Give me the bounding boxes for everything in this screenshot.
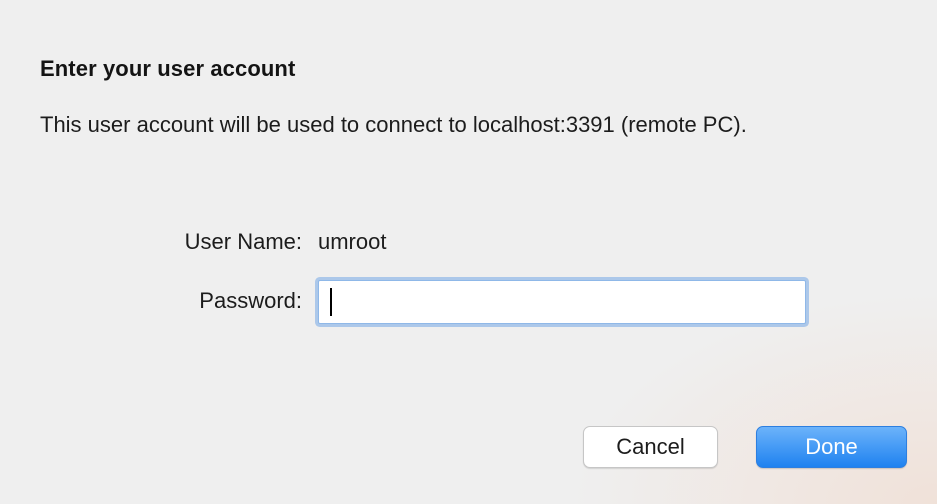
password-input[interactable] [318,280,806,324]
cancel-button[interactable]: Cancel [583,426,718,468]
password-label: Password: [199,288,302,313]
done-button[interactable]: Done [756,426,907,468]
credentials-dialog: Enter your user account This user accoun… [0,0,937,504]
username-label: User Name: [184,229,302,254]
text-caret [330,288,332,316]
username-value: umroot [318,229,387,254]
dialog-title: Enter your user account [40,56,296,81]
dialog-message: This user account will be used to connec… [40,112,747,137]
